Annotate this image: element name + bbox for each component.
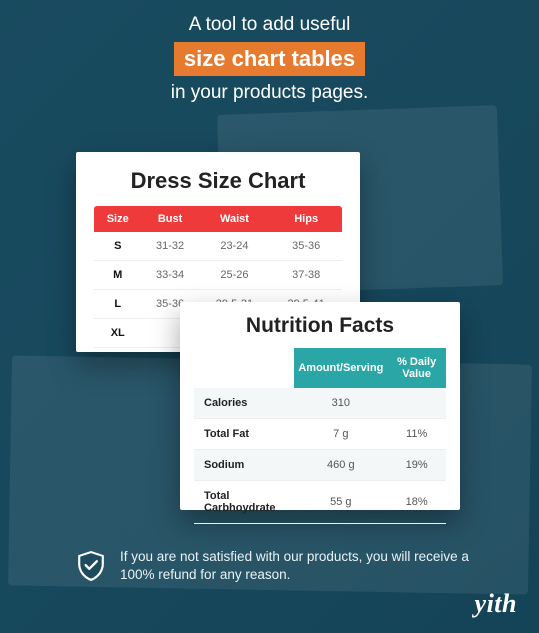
promo-stage: A tool to add useful size chart tables i… — [0, 0, 539, 633]
headline-line1: A tool to add useful — [0, 10, 539, 40]
dress-col-waist: Waist — [199, 206, 271, 232]
dress-col-bust: Bust — [141, 206, 198, 232]
nutrition-table: Amount/Serving % Daily Value Calories310… — [194, 348, 446, 524]
nutri-col-dv: % Daily Value — [387, 348, 446, 388]
table-row: Total Fat7 g11% — [194, 419, 446, 450]
dress-col-size: Size — [94, 206, 141, 232]
nutrition-card-title: Nutrition Facts — [194, 314, 446, 338]
headline-line3: in your products pages. — [0, 78, 539, 108]
guarantee-row: If you are not satisfied with our produc… — [78, 548, 499, 584]
table-row: Total Carbhoydrate55 g18% — [194, 481, 446, 524]
shield-check-icon — [78, 551, 104, 581]
guarantee-text: If you are not satisfied with our produc… — [120, 548, 499, 584]
table-row: S31-3223-2435-36 — [94, 232, 342, 261]
nutri-col-blank — [194, 348, 294, 388]
dress-card-title: Dress Size Chart — [94, 168, 342, 194]
brand-logo: yith — [475, 589, 517, 619]
dress-col-hips: Hips — [270, 206, 342, 232]
table-row: M33-3425-2637-38 — [94, 261, 342, 290]
headline: A tool to add useful size chart tables i… — [0, 10, 539, 108]
nutrition-facts-card: Nutrition Facts Amount/Serving % Daily V… — [180, 302, 460, 510]
nutri-col-amount: Amount/Serving — [294, 348, 387, 388]
table-row: Sodium460 g19% — [194, 450, 446, 481]
table-row: Calories310 — [194, 388, 446, 419]
headline-highlight: size chart tables — [174, 42, 365, 76]
